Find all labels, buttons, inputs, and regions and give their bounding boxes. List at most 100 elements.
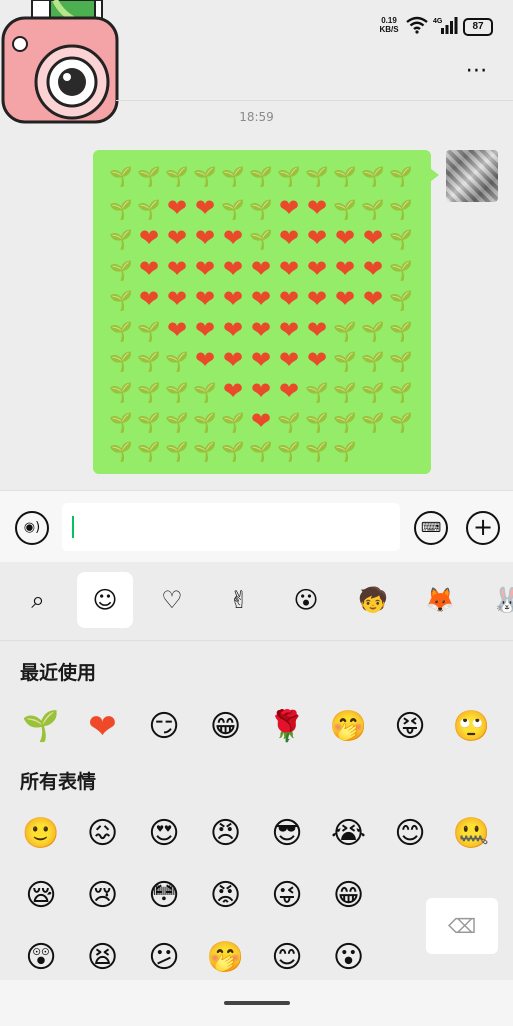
header-divider [116,100,513,101]
heart-emoji: ❤ [306,224,328,252]
tab-sticker-bunny[interactable]: 🐰 [479,572,513,628]
sticker-hand-icon: ✌ [228,586,250,614]
heart-emoji: ❤ [222,254,244,283]
home-indicator[interactable] [224,1001,290,1005]
more-functions-button[interactable]: + [466,511,500,545]
sprout-emoji: 🌱 [165,166,189,188]
sprout-emoji: 🌱 [305,412,329,434]
emoji-item[interactable]: 😕 [142,936,186,980]
sprout-emoji: 🌱 [137,440,161,463]
recent-emoji[interactable]: 😁 [204,705,248,749]
emoji-item[interactable]: 🤭 [204,936,248,980]
emoji-item[interactable]: 😢 [81,874,125,918]
emoji-row: 🌱 ❤ ❤ ❤ ❤ ❤ ❤ ❤ ❤ ❤ 🌱 [107,284,415,315]
sprout-emoji: 🌱 [333,412,357,434]
heart-emoji: ❤ [306,254,328,283]
emoji-item[interactable]: 😜 [265,874,309,918]
user-avatar[interactable] [446,150,498,202]
tab-sticker-face[interactable]: 😮 [278,572,334,628]
navigation-bar [0,980,513,1026]
svg-text:4G: 4G [433,18,443,25]
sprout-emoji: 🌱 [109,198,133,221]
heart-emoji: ❤ [222,315,244,344]
heart-emoji: ❤ [278,224,300,252]
heart-emoji: ❤ [194,346,216,374]
recent-emoji[interactable]: 🌱 [19,705,63,749]
tab-sticker-fox[interactable]: 🦊 [412,572,468,628]
sprout-emoji: 🌱 [193,412,217,434]
sprout-emoji: 🌱 [137,351,161,373]
more-options-button[interactable]: ⋯ [460,60,494,84]
heart-emoji: ❤ [334,285,356,313]
emoji-item[interactable]: 😠 [204,812,248,856]
heart-outline-icon: ♡ [161,586,183,614]
heart-emoji: ❤ [166,315,188,344]
sprout-emoji: 🌱 [361,412,385,434]
search-icon: ⌕ [31,586,45,614]
recent-emoji[interactable]: 🌹 [265,705,309,749]
backspace-button[interactable]: ⌫ [426,898,498,954]
sprout-emoji: 🌱 [221,166,245,188]
tab-sticker-boy[interactable]: 🧒 [345,572,401,628]
heart-emoji: ❤ [250,376,272,405]
emoji-item[interactable]: 🙂 [19,812,63,856]
emoji-row: 🌱 ❤ ❤ ❤ ❤ 🌱 ❤ ❤ ❤ ❤ 🌱 [107,223,415,254]
sprout-emoji: 🌱 [333,320,357,343]
sprout-emoji: 🌱 [165,351,189,373]
heart-emoji: ❤ [222,376,244,405]
emoji-row: 🌱 🌱 ❤ ❤ 🌱 🌱 ❤ ❤ 🌱 🌱 🌱 [107,193,415,224]
sprout-emoji: 🌱 [221,440,245,463]
heart-emoji: ❤ [194,224,216,252]
heart-emoji: ❤ [278,315,300,344]
emoji-item[interactable]: 😖 [81,812,125,856]
sprout-emoji: 🌱 [165,412,189,434]
emoji-row: 🌱 🌱 🌱 🌱 🌱 🌱 🌱 🌱 🌱 [107,437,415,468]
heart-emoji: ❤ [306,193,328,222]
sprout-emoji: 🌱 [109,440,133,463]
emoji-item[interactable]: 😫 [81,936,125,980]
emoji-item[interactable]: 😪 [19,874,63,918]
emoji-item[interactable]: 😁 [327,874,371,918]
tab-heart-outline[interactable]: ♡ [144,572,200,628]
sprout-emoji: 🌱 [361,320,385,343]
recent-emoji[interactable]: 😝 [388,705,432,749]
recent-emoji[interactable]: 🙄 [450,705,494,749]
sprout-emoji: 🌱 [389,351,413,373]
emoji-item[interactable]: 😮 [327,936,371,980]
recent-emoji[interactable]: 🤭 [327,705,371,749]
message-input[interactable] [62,503,400,551]
text-cursor [72,516,74,538]
sprout-emoji: 🌱 [305,166,329,188]
recent-emoji[interactable]: 😏 [142,705,186,749]
emoji-item[interactable]: 😳 [142,874,186,918]
sprout-emoji: 🌱 [277,440,301,463]
heart-emoji: ❤ [278,285,300,313]
emoji-item[interactable]: 🤐 [450,812,494,856]
emoji-item[interactable]: 😲 [19,936,63,980]
sprout-emoji: 🌱 [305,381,329,404]
keyboard-toggle-button[interactable]: ⌨ [414,511,448,545]
sprout-emoji: 🌱 [305,440,329,463]
sticker-boy-icon: 🧒 [358,586,388,614]
emoji-item[interactable]: 😡 [204,874,248,918]
sprout-emoji: 🌱 [109,290,133,312]
voice-button[interactable]: ◉) [15,511,49,545]
emoji-item[interactable]: 😍 [142,812,186,856]
emoji-heart-art: 🌱 🌱 🌱 🌱 🌱 🌱 🌱 🌱 🌱 🌱 🌱 🌱 🌱 ❤ ❤ 🌱 🌱 ❤ ❤ 🌱 🌱 🌱 🌱 ❤ ❤ ❤ ❤ 🌱 ❤ ❤ ❤ ❤ 🌱 🌱 ❤ ❤ ❤ ❤ ❤ ❤… [107,162,415,467]
emoji-item[interactable]: 😭 [327,812,371,856]
emoji-item[interactable]: 😎 [265,812,309,856]
message-bubble[interactable]: 🌱 🌱 🌱 🌱 🌱 🌱 🌱 🌱 🌱 🌱 🌱 🌱 🌱 ❤ ❤ 🌱 🌱 ❤ ❤ 🌱 🌱 🌱 🌱 ❤ ❤ ❤ ❤ 🌱 ❤ ❤ ❤ ❤ 🌱 🌱 ❤ ❤ ❤ ❤ ❤ ❤… [93,150,439,474]
tab-search[interactable]: ⌕ [10,572,66,628]
tab-smiley[interactable]: ☺ [77,572,133,628]
recent-emoji[interactable]: ❤ [81,705,125,749]
heart-emoji: ❤ [138,224,160,252]
emoji-item[interactable]: 😊 [388,812,432,856]
emoji-item[interactable]: 😊 [265,936,309,980]
sprout-emoji: 🌱 [109,166,133,188]
sprout-emoji: 🌱 [137,412,161,434]
sprout-emoji: 🌱 [277,166,301,188]
sprout-emoji: 🌱 [333,440,357,463]
tab-sticker-hand[interactable]: ✌ [211,572,267,628]
sprout-emoji: 🌱 [249,229,273,251]
sprout-emoji: 🌱 [137,198,161,221]
